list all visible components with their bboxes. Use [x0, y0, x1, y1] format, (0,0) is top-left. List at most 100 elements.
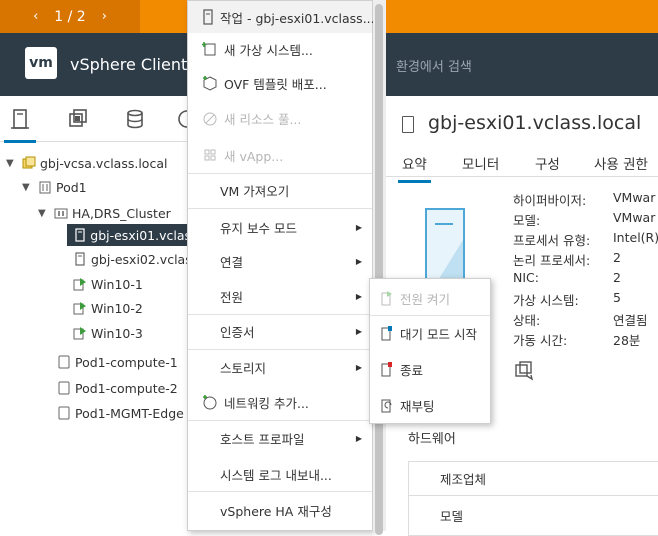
chevron-right-icon: ▶: [355, 256, 362, 266]
tree-item-vcenter[interactable]: ▼ gbj-vcsa.vclass.local: [6, 152, 167, 174]
menu-item-label: 스토리지: [220, 360, 267, 376]
scrollbar-thumb[interactable]: [375, 4, 383, 535]
tree-item-vm-pod1-mgmt-edge[interactable]: Pod1-MGMT-Edge: [57, 402, 184, 424]
menu-item-label: 유지 보수 모드: [220, 220, 297, 236]
ovf-deploy-icon: [202, 75, 218, 91]
menu-item-label: OVF 템플릿 배포...: [224, 76, 327, 92]
menu-item-label: 새 리소스 풀...: [224, 111, 302, 127]
menu-divider: [188, 208, 372, 209]
summary-value: VMwar: [613, 210, 656, 225]
tree-item-vm-win10-3[interactable]: Win10-3: [73, 322, 143, 344]
menu-item-maintenance-mode[interactable]: 유지 보수 모드 ▶: [188, 210, 372, 244]
storage-icon[interactable]: [123, 108, 147, 132]
pager-prev-button[interactable]: ‹: [33, 9, 38, 24]
tree-item-vm-win10-2[interactable]: Win10-2: [73, 297, 143, 319]
chevron-right-icon: ▶: [355, 291, 362, 301]
menu-item-reconfigure-ha[interactable]: vSphere HA 재구성: [188, 492, 372, 528]
submenu-item-label: 종료: [400, 362, 424, 378]
cluster-icon: [54, 206, 68, 220]
datacenter-icon: [38, 180, 52, 194]
summary-key: NIC:: [513, 270, 539, 285]
summary-key: 모델:: [513, 213, 541, 228]
chevron-right-icon: ▶: [355, 433, 362, 443]
actions-icon[interactable]: [515, 361, 535, 381]
host-icon: [402, 116, 414, 133]
menu-item-power[interactable]: 전원 ▶: [188, 279, 372, 313]
inventory-view-tabs: [0, 96, 190, 143]
tab-monitor[interactable]: 모니터: [462, 153, 499, 173]
submenu-item-standby[interactable]: 대기 모드 시작: [370, 316, 490, 350]
page-title: gbj-esxi01.vclass.local: [428, 112, 642, 134]
pager-next-button[interactable]: ›: [102, 9, 107, 24]
submenu-item-power-on[interactable]: 전원 켜기: [370, 281, 490, 315]
tree-item-label: Win10-3: [91, 325, 143, 341]
hardware-section-title: 하드웨어: [408, 432, 456, 447]
tab-permissions[interactable]: 사용 권한: [594, 153, 648, 173]
menu-item-add-networking[interactable]: 네트워킹 추가...: [188, 385, 372, 419]
tree-item-vm-pod1-compute-2[interactable]: Pod1-compute-2: [57, 377, 178, 399]
tree-item-cluster[interactable]: ▼ HA,DRS_Cluster: [38, 202, 171, 224]
menu-item-label: 네트워킹 추가...: [224, 395, 309, 411]
global-search-text[interactable]: 환경에서 검색: [396, 56, 472, 75]
tree-item-label: Pod1: [56, 179, 87, 195]
tree-item-label: Pod1-compute-1: [75, 354, 178, 370]
summary-key: 논리 프로세서:: [513, 253, 591, 268]
menu-item-deploy-ovf[interactable]: OVF 템플릿 배포...: [188, 67, 372, 99]
menu-item-label: 전원: [220, 289, 244, 305]
tree-item-vm-win10-1[interactable]: Win10-1: [73, 273, 143, 295]
submenu-item-label: 전원 켜기: [400, 291, 450, 307]
shutdown-icon: [380, 361, 394, 377]
hardware-row-label: 제조업체: [440, 472, 487, 487]
chevron-down-icon[interactable]: ▼: [22, 182, 32, 193]
host-icon: [73, 228, 86, 242]
inventory-panel: ▼ gbj-vcsa.vclass.local ▼ Pod1 ▼ HA,DRS_…: [0, 96, 192, 531]
tab-summary[interactable]: 요약: [398, 153, 431, 183]
app-title[interactable]: vSphere Client: [70, 55, 187, 74]
pager: ‹ 1 / 2 ›: [0, 0, 140, 33]
chevron-down-icon[interactable]: ▼: [6, 158, 16, 169]
menu-item-new-vapp[interactable]: 새 vApp...: [188, 139, 372, 171]
tree-item-host-esxi02[interactable]: gbj-esxi02.vclas: [73, 248, 192, 270]
vms-templates-icon[interactable]: [66, 108, 90, 132]
vcenter-icon: [22, 156, 36, 170]
vm-powered-on-icon: [73, 326, 87, 340]
menu-scrollbar[interactable]: [373, 0, 386, 535]
tree-item-label: gbj-vcsa.vclass.local: [40, 155, 168, 171]
submenu-item-shutdown[interactable]: 종료: [370, 352, 490, 386]
summary-value: 2: [613, 250, 621, 265]
menu-item-new-vm[interactable]: 새 가상 시스템...: [188, 33, 372, 65]
summary-key: 가상 시스템:: [513, 293, 579, 308]
menu-item-export-logs[interactable]: 시스템 로그 내보내...: [188, 457, 372, 491]
submenu-item-reboot[interactable]: 재부팅: [370, 388, 490, 422]
chevron-right-icon: ▶: [355, 362, 362, 372]
power-submenu: 전원 켜기 대기 모드 시작 종료 재부팅: [369, 278, 491, 424]
menu-item-import-vms[interactable]: VM 가져오기: [188, 174, 372, 206]
hardware-row-label: 모델: [440, 509, 464, 524]
chevron-down-icon[interactable]: ▼: [38, 208, 48, 219]
menu-item-label: 연결: [220, 254, 244, 270]
menu-item-connection[interactable]: 연결 ▶: [188, 244, 372, 278]
tree-item-vm-pod1-compute-1[interactable]: Pod1-compute-1: [57, 351, 178, 373]
tree-item-datacenter[interactable]: ▼ Pod1: [22, 176, 87, 198]
standby-icon: [380, 325, 394, 341]
host-context-menu: 작업 - gbj-esxi01.vclass... 새 가상 시스템... OV…: [187, 0, 375, 531]
chevron-right-icon: ▶: [355, 222, 362, 232]
menu-item-label: 시스템 로그 내보내...: [220, 467, 332, 483]
summary-value: 2: [613, 270, 621, 285]
tree-item-host-esxi01[interactable]: gbj-esxi01.vclas: [67, 224, 191, 246]
menu-header: 작업 - gbj-esxi01.vclass...: [188, 1, 375, 33]
menu-item-new-resource-pool[interactable]: 새 리소스 풀...: [188, 102, 372, 134]
summary-value: 연결됨: [613, 313, 648, 328]
vapp-icon: [202, 147, 218, 163]
tab-configure[interactable]: 구성: [535, 153, 560, 173]
menu-item-certificates[interactable]: 인증서 ▶: [188, 314, 372, 348]
summary-value: Intel(R): [613, 230, 658, 245]
menu-item-storage[interactable]: 스토리지 ▶: [188, 350, 372, 384]
menu-item-label: vSphere HA 재구성: [220, 503, 332, 519]
tree-item-label: Win10-2: [91, 300, 143, 316]
hosts-clusters-icon[interactable]: [4, 108, 36, 143]
menu-item-host-profiles[interactable]: 호스트 프로파일 ▶: [188, 421, 372, 455]
tree-item-label: Pod1-compute-2: [75, 380, 178, 396]
chevron-right-icon: ▶: [355, 326, 362, 336]
tree-item-label: gbj-esxi01.vclas: [90, 227, 191, 243]
